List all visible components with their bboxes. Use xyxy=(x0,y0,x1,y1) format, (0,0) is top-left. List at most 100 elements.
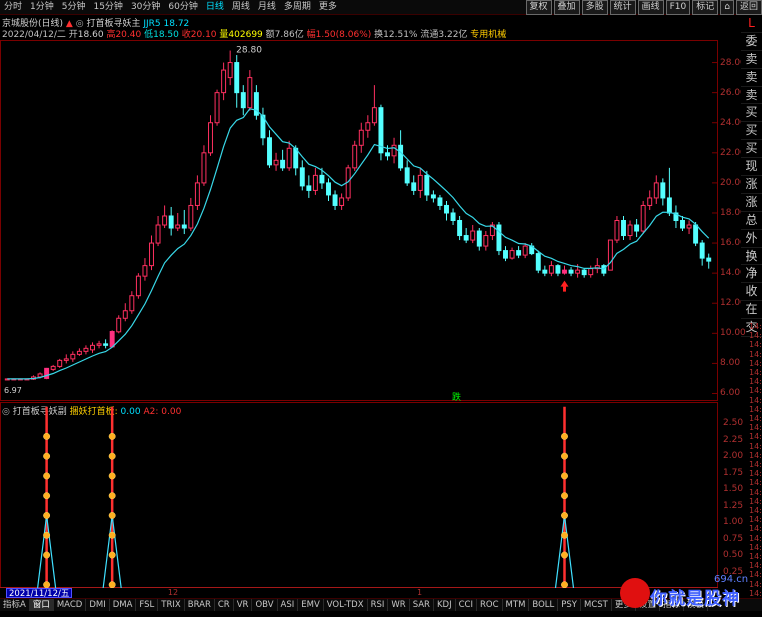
side-axis-tick: 14: xyxy=(749,450,762,460)
candle-body xyxy=(129,295,135,312)
period-tab-10[interactable]: 更多 xyxy=(315,0,341,15)
side-axis-tick: 14: xyxy=(749,331,762,341)
period-tab-8[interactable]: 月线 xyxy=(254,0,280,15)
candle-body xyxy=(470,230,476,241)
indicator-tab-18[interactable]: CCI xyxy=(456,598,477,612)
period-tab-7[interactable]: 周线 xyxy=(228,0,254,15)
side-panel-item-16[interactable]: 在 xyxy=(741,301,762,320)
side-axis-tick: 14: xyxy=(749,478,762,488)
sector-tag[interactable]: 专用机械 xyxy=(470,30,506,40)
toolbar-button-4[interactable]: 画线 xyxy=(637,0,664,15)
side-panel-item-6[interactable]: 买 xyxy=(741,122,762,141)
period-tab-9[interactable]: 多周期 xyxy=(280,0,315,15)
indicator-tab-14[interactable]: RSI xyxy=(368,598,389,612)
logo-icon xyxy=(620,578,650,608)
period-tab-0[interactable]: 分时 xyxy=(0,0,26,15)
candle-body xyxy=(312,174,318,191)
candle-body xyxy=(44,367,50,379)
side-panel-item-3[interactable]: 卖 xyxy=(741,69,762,87)
toolbar-button-8[interactable]: 返回 xyxy=(735,0,762,15)
period-tab-3[interactable]: 15分钟 xyxy=(89,0,126,15)
side-panel-item-1[interactable]: 委 xyxy=(741,33,762,51)
indicator-tab-10[interactable]: OBV xyxy=(252,598,278,612)
side-axis-tick: 14: xyxy=(749,404,762,414)
coin-icon xyxy=(43,512,51,519)
toolbar-button-6[interactable]: 标记 xyxy=(692,0,719,15)
coin-icon xyxy=(561,581,568,588)
indicator-tab-12[interactable]: EMV xyxy=(298,598,324,612)
period-tab-5[interactable]: 60分钟 xyxy=(164,0,201,15)
float-label: 流通 xyxy=(420,30,439,40)
coin-icon xyxy=(108,531,116,539)
indicator-tab-22[interactable]: PSY xyxy=(558,598,581,612)
candle-body xyxy=(430,194,436,199)
toolbar-button-0[interactable]: 复权 xyxy=(525,0,552,15)
indicator-tab-11[interactable]: ASI xyxy=(278,598,299,612)
amount-value: 7.86亿 xyxy=(274,30,304,40)
candle-body xyxy=(535,253,541,271)
sub-indicator-chart[interactable] xyxy=(0,402,718,588)
indicator-tab-16[interactable]: SAR xyxy=(410,598,434,612)
side-panel-item-5[interactable]: 买 xyxy=(741,104,762,123)
candle-body xyxy=(385,152,390,157)
candle-body xyxy=(444,204,449,214)
side-panel-item-13[interactable]: 换 xyxy=(741,248,762,266)
indicator-tab-13[interactable]: VOL-TDX xyxy=(324,598,368,612)
candle-body xyxy=(339,197,345,206)
indicator-tab-7[interactable]: BRAR xyxy=(185,598,215,612)
home-icon[interactable]: ⌂ xyxy=(720,0,734,15)
indicator-tab-19[interactable]: ROC xyxy=(477,598,503,612)
candle-body xyxy=(273,159,279,166)
side-panel-item-7[interactable]: 买 xyxy=(741,140,762,159)
sub-axis-tick: 1.25 xyxy=(723,500,744,511)
side-panel-item-15[interactable]: 收 xyxy=(741,283,762,302)
side-panel-item-0[interactable]: L xyxy=(741,15,762,33)
indicator-tab-6[interactable]: TRIX xyxy=(158,598,185,612)
toolbar-button-5[interactable]: F10 xyxy=(665,0,691,15)
indicator-tab-21[interactable]: BOLL xyxy=(529,598,559,612)
indicator-tab-1[interactable]: 窗口 xyxy=(29,598,54,612)
coin-icon xyxy=(561,452,568,460)
indicator-tab-3[interactable]: DMI xyxy=(86,598,110,612)
float-value: 3.22亿 xyxy=(438,30,468,40)
indicator-tab-0[interactable]: 指标A xyxy=(0,598,30,612)
side-panel-item-14[interactable]: 净 xyxy=(741,265,762,284)
coin-icon xyxy=(561,551,568,559)
side-panel-item-2[interactable]: 卖 xyxy=(741,51,762,69)
indicator-tab-23[interactable]: MCST xyxy=(581,598,612,612)
side-axis-tick: 14: xyxy=(749,552,762,561)
side-axis-tick: 14: xyxy=(749,542,762,552)
quote-side-panel[interactable]: L委卖卖卖买买买现涨涨总外换净收在交 xyxy=(741,15,762,338)
side-panel-item-12[interactable]: 外 xyxy=(741,230,762,248)
toolbar-button-3[interactable]: 统计 xyxy=(609,0,636,15)
indicator-tab-17[interactable]: KDJ xyxy=(434,598,456,612)
period-tab-2[interactable]: 5分钟 xyxy=(58,0,90,15)
toolbar-button-2[interactable]: 多股 xyxy=(581,0,608,15)
indicator-tab-20[interactable]: MTM xyxy=(503,598,530,612)
indicator-tab-9[interactable]: VR xyxy=(234,598,253,612)
candle-body xyxy=(155,224,161,244)
candle-body xyxy=(267,137,272,166)
candle-body xyxy=(371,107,377,124)
indicator-tab-15[interactable]: WR xyxy=(388,598,410,612)
side-panel-item-9[interactable]: 涨 xyxy=(741,176,762,194)
indicator-tab-2[interactable]: MACD xyxy=(54,598,87,612)
open-value: 18.60 xyxy=(77,30,104,40)
coin-icon xyxy=(561,432,568,440)
side-panel-item-8[interactable]: 现 xyxy=(741,158,762,177)
candle-body xyxy=(706,257,712,262)
side-panel-item-10[interactable]: 涨 xyxy=(741,194,762,212)
indicator-tab-8[interactable]: CR xyxy=(215,598,234,612)
indicator-tab-5[interactable]: FSL xyxy=(136,598,159,612)
indicator-tab-4[interactable]: DMA xyxy=(110,598,137,612)
toolbar-button-1[interactable]: 叠加 xyxy=(553,0,580,15)
side-panel-item-11[interactable]: 总 xyxy=(741,212,762,230)
main-candlestick-chart[interactable]: 28.80 6.97 xyxy=(0,40,718,401)
period-tab-4[interactable]: 30分钟 xyxy=(127,0,164,15)
candle-body xyxy=(181,224,187,229)
period-tab-1[interactable]: 1分钟 xyxy=(26,0,58,15)
month-tick: 12 xyxy=(167,588,179,597)
side-panel-item-4[interactable]: 卖 xyxy=(741,87,762,105)
high-value: 20.40 xyxy=(115,30,142,40)
period-tab-6[interactable]: 日线 xyxy=(202,0,228,15)
